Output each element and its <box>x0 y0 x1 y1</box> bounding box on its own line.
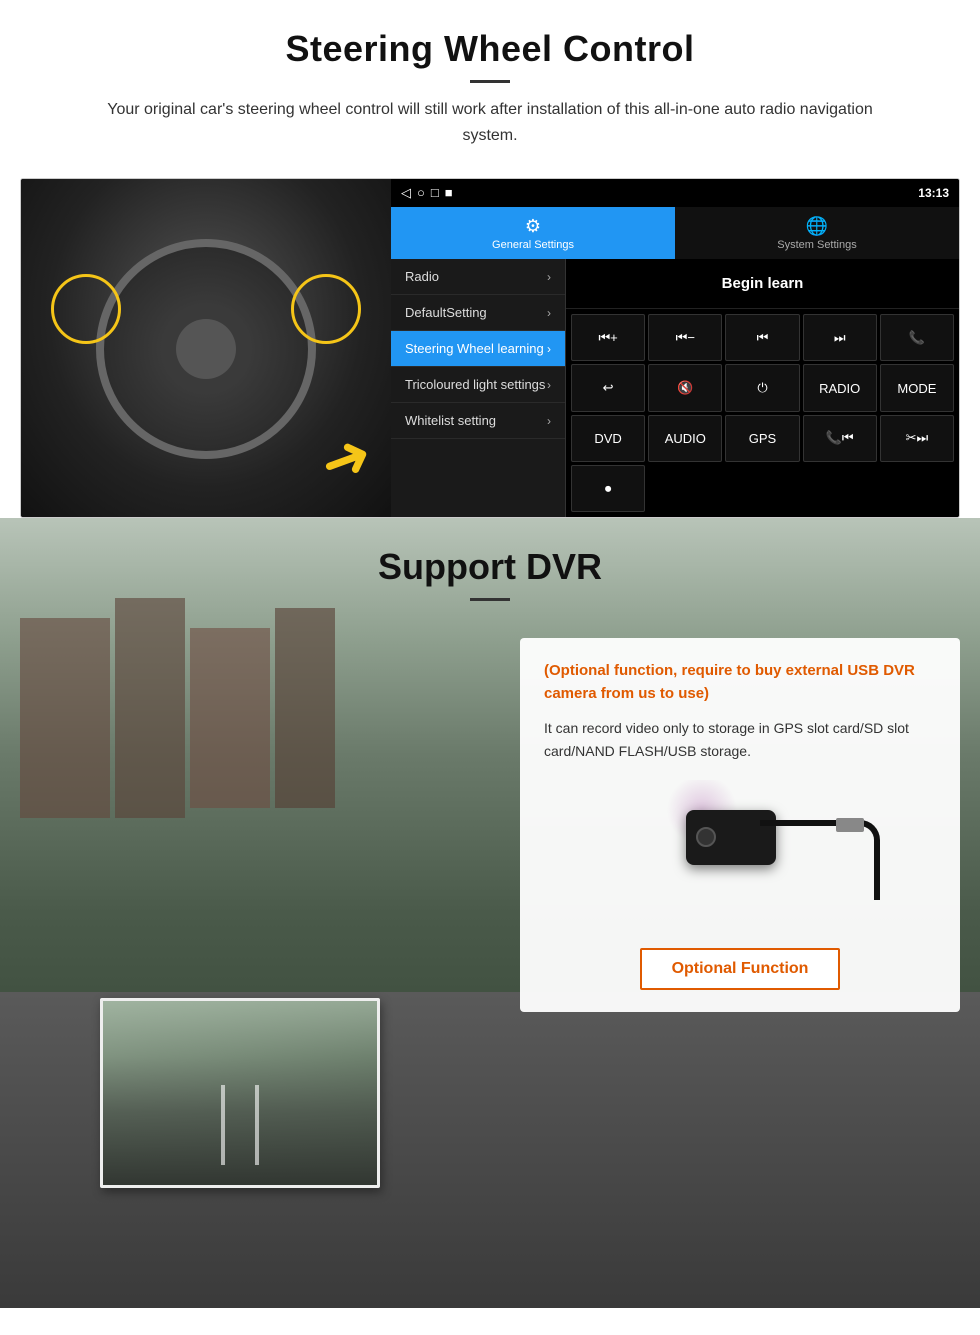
menu-item-defaultsetting[interactable]: DefaultSetting › <box>391 295 565 331</box>
chevron-right-icon: › <box>547 378 551 392</box>
section2-divider <box>470 598 510 601</box>
arrow-icon: ➜ <box>312 422 380 496</box>
section1: Steering Wheel Control Your original car… <box>0 0 980 518</box>
home-icon: ○ <box>417 185 425 201</box>
tab-system-label: System Settings <box>777 239 856 251</box>
menu-whitelist-label: Whitelist setting <box>405 413 496 428</box>
highlight-circle-right <box>291 274 361 344</box>
android-panel: ◁ ○ □ ■ 13:13 ⚙ General Settings 🌐 Syste… <box>391 179 959 517</box>
menu-icon: ■ <box>445 185 453 201</box>
steering-wheel-image: ➜ <box>21 179 391 518</box>
tab-general-settings[interactable]: ⚙ General Settings <box>391 207 675 259</box>
ctrl-mute[interactable]: 🔇 <box>648 364 722 411</box>
ctrl-phone-prev[interactable]: 📞⏮ <box>803 415 877 462</box>
menu-radio-label: Radio <box>405 269 439 284</box>
tab-general-label: General Settings <box>492 239 574 251</box>
section1-subtitle: Your original car's steering wheel contr… <box>80 97 900 148</box>
camera-cable <box>760 820 880 900</box>
begin-learn-button[interactable]: Begin learn <box>712 269 814 298</box>
dvr-info-card: (Optional function, require to buy exter… <box>520 638 960 1012</box>
menu-tricoloured-label: Tricoloured light settings <box>405 377 545 392</box>
dvr-screenshot-inner <box>103 1001 377 1185</box>
section2-title-area: Support DVR <box>0 518 980 613</box>
gear-icon: ⚙ <box>525 216 541 237</box>
road-line-1 <box>221 1085 225 1165</box>
menu-steering-label: Steering Wheel learning <box>405 341 544 356</box>
ctrl-vol-up[interactable]: ⏮+ <box>571 314 645 361</box>
menu-item-radio[interactable]: Radio › <box>391 259 565 295</box>
ctrl-power[interactable]: ⏻ <box>725 364 799 411</box>
android-content: Begin learn ⏮+ ⏮− ⏮ ⏭ 📞 ↩ 🔇 ⏻ RADIO <box>566 259 959 517</box>
ctrl-radio[interactable]: RADIO <box>803 364 877 411</box>
back-icon: ◁ <box>401 185 411 201</box>
steering-hub <box>176 319 236 379</box>
android-menu: Radio › DefaultSetting › Steering Wheel … <box>391 259 566 517</box>
highlight-circle-left <box>51 274 121 344</box>
ctrl-next-track[interactable]: ⏭ <box>803 314 877 361</box>
dvr-camera-image <box>544 780 936 930</box>
ctrl-next-mixed[interactable]: ✂⏭ <box>880 415 954 462</box>
android-statusbar: ◁ ○ □ ■ 13:13 <box>391 179 959 207</box>
steering-demo: ➜ ◁ ○ □ ■ 13:13 ⚙ General Settings <box>20 178 960 518</box>
optional-function-button[interactable]: Optional Function <box>640 948 841 990</box>
optional-function-wrapper: Optional Function <box>544 948 936 990</box>
menu-defaultsetting-label: DefaultSetting <box>405 305 487 320</box>
ctrl-dvd[interactable]: DVD <box>571 415 645 462</box>
section1-title-area: Steering Wheel Control Your original car… <box>0 0 980 160</box>
dvr-screenshot-thumbnail <box>100 998 380 1188</box>
ctrl-prev-track[interactable]: ⏮ <box>725 314 799 361</box>
road-line-2 <box>255 1085 259 1165</box>
recents-icon: □ <box>431 185 439 201</box>
dvr-description: It can record video only to storage in G… <box>544 717 936 762</box>
ctrl-vol-down[interactable]: ⏮− <box>648 314 722 361</box>
chevron-right-icon: › <box>547 414 551 428</box>
ctrl-audio[interactable]: AUDIO <box>648 415 722 462</box>
camera-lens <box>696 827 716 847</box>
menu-item-whitelist[interactable]: Whitelist setting › <box>391 403 565 439</box>
ctrl-back[interactable]: ↩ <box>571 364 645 411</box>
statusbar-nav-icons: ◁ ○ □ ■ <box>401 185 453 201</box>
status-clock: 13:13 <box>918 186 949 200</box>
section2-title: Support DVR <box>40 546 940 588</box>
chevron-right-icon: › <box>547 270 551 284</box>
ctrl-phone[interactable]: 📞 <box>880 314 954 361</box>
usb-plug <box>836 818 864 832</box>
ctrl-mode[interactable]: MODE <box>880 364 954 411</box>
system-icon: 🌐 <box>806 216 828 237</box>
title-divider <box>470 80 510 83</box>
tab-system-settings[interactable]: 🌐 System Settings <box>675 207 959 259</box>
control-grid: ⏮+ ⏮− ⏮ ⏭ 📞 ↩ 🔇 ⏻ RADIO MODE DVD AUDIO <box>566 309 959 517</box>
ctrl-record[interactable]: ⏺ <box>571 465 645 512</box>
dvr-optional-heading: (Optional function, require to buy exter… <box>544 660 936 705</box>
steering-photo: ➜ <box>21 179 391 518</box>
android-body: Radio › DefaultSetting › Steering Wheel … <box>391 259 959 517</box>
chevron-right-icon: › <box>547 306 551 320</box>
page-title: Steering Wheel Control <box>40 28 940 70</box>
section2: Support DVR (Optional function, require … <box>0 518 980 1308</box>
menu-item-steering-wheel[interactable]: Steering Wheel learning › <box>391 331 565 367</box>
chevron-right-icon: › <box>547 342 551 356</box>
menu-item-tricoloured[interactable]: Tricoloured light settings › <box>391 367 565 403</box>
steering-wheel-circle <box>96 239 316 459</box>
begin-learn-area: Begin learn <box>566 259 959 309</box>
android-tabs[interactable]: ⚙ General Settings 🌐 System Settings <box>391 207 959 259</box>
ctrl-gps[interactable]: GPS <box>725 415 799 462</box>
